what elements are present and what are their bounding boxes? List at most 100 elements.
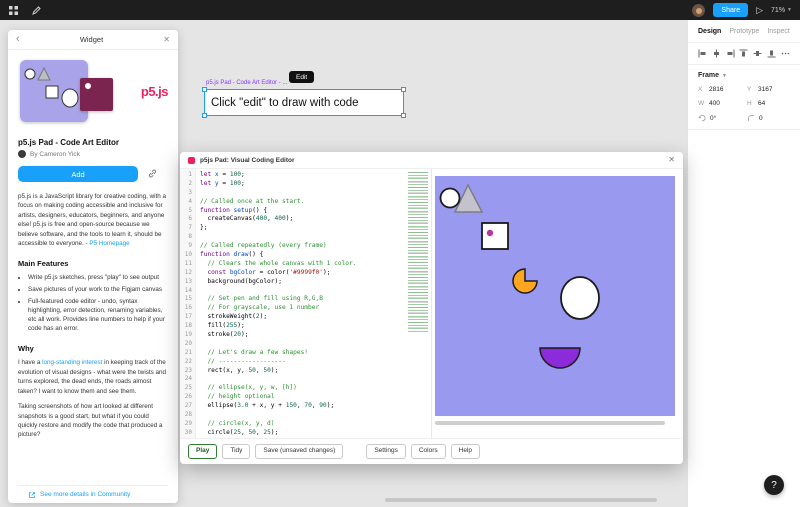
close-icon[interactable]: ✕ [163,36,170,44]
sketch-preview-pane [432,169,683,438]
selection-handle[interactable] [401,113,406,118]
code-line[interactable]: let y = 100; [200,180,431,189]
tab-design[interactable]: Design [698,28,721,35]
line-number: 8 [180,233,192,242]
code-line[interactable] [200,189,431,198]
close-icon[interactable]: ✕ [668,156,675,164]
selection-handle[interactable] [202,87,207,92]
community-link[interactable]: See more details in Community [18,485,168,503]
code-line[interactable]: const bgColor = color('#9999f0'); [200,269,431,278]
code-editor[interactable]: 1234567891011121314151617181920212223242… [180,169,432,438]
code-minimap[interactable] [408,172,428,332]
chevron-down-icon[interactable]: ▼ [722,73,727,79]
code-line[interactable]: strokeWeight(2); [200,313,431,322]
code-lines[interactable]: let x = 100;let y = 100; // Called once … [196,169,431,438]
zoom-control[interactable]: 71% ▼ [771,7,792,14]
settings-button[interactable]: Settings [366,444,406,459]
align-center-horizontal-icon[interactable] [712,49,721,58]
line-number: 12 [180,269,192,278]
align-center-vertical-icon[interactable] [753,49,762,58]
code-line[interactable]: // circle(x, y, d) [200,420,431,429]
code-line[interactable]: // Let's draw a few shapes! [200,349,431,358]
edit-tooltip-button[interactable]: Edit [289,71,314,83]
code-line[interactable]: // Called repeatedly (every frame) [200,242,431,251]
draw-tool-icon[interactable] [31,5,42,16]
widget-author[interactable]: By Cameron Yick [18,150,168,158]
code-line[interactable]: circle(25, 50, 25); [200,429,431,438]
more-options-icon[interactable] [781,49,790,58]
code-line[interactable]: }; [200,224,431,233]
code-line[interactable]: ellipse(3.0 + x, y + 150, 70, 90); [200,402,431,411]
h-label: H [747,100,754,107]
interest-link[interactable]: long-standing interest [42,359,102,366]
h-value[interactable]: 64 [758,100,765,107]
code-line[interactable]: createCanvas(400, 400); [200,215,431,224]
copy-link-icon[interactable] [148,165,157,183]
code-line[interactable]: background(bgColor); [200,278,431,287]
x-value[interactable]: 2816 [709,86,723,93]
help-button[interactable]: Help [451,444,480,459]
widget-selection-label[interactable]: p5.js Pad - Code Art Editor - ... [206,80,287,86]
height-field[interactable]: H 64 [747,100,790,107]
screenshot-thumbnail[interactable] [20,60,88,122]
code-line[interactable]: // Called once at the start. [200,198,431,207]
align-right-icon[interactable] [726,49,735,58]
add-widget-button[interactable]: Add [18,166,138,182]
code-line[interactable]: let x = 100; [200,171,431,180]
rotation-field[interactable]: 0° [698,114,741,122]
y-position-field[interactable]: Y 3167 [747,86,790,93]
align-top-icon[interactable] [739,49,748,58]
feature-item: Full-featured code editor - undo, syntax… [28,297,168,334]
canvas-horizontal-scrollbar[interactable] [385,498,657,502]
corner-radius-field[interactable]: 0 [747,114,790,122]
align-bottom-icon[interactable] [767,49,776,58]
why-text-pre: I have a [18,359,42,366]
frame-section-label[interactable]: Frame [698,72,719,79]
main-menu-icon[interactable] [8,5,19,16]
code-line[interactable] [200,411,431,420]
code-line[interactable]: stroke(20); [200,331,431,340]
code-line[interactable] [200,375,431,384]
tab-prototype[interactable]: Prototype [729,28,759,35]
tidy-button[interactable]: Tidy [222,444,250,459]
code-line[interactable]: // ellipse(x, y, w, [h]) [200,384,431,393]
code-line[interactable]: // height optional [200,393,431,402]
line-number: 14 [180,287,192,296]
tab-inspect[interactable]: Inspect [767,28,790,35]
selection-handle[interactable] [401,87,406,92]
selection-handle[interactable] [202,113,207,118]
code-line[interactable] [200,233,431,242]
y-value[interactable]: 3167 [758,86,772,93]
save-unsaved-changes-button[interactable]: Save (unsaved changes) [255,444,343,459]
code-line[interactable] [200,287,431,296]
screenshot-thumbnail-alt[interactable] [80,78,113,111]
code-line[interactable]: // ------------------ [200,358,431,367]
line-number: 23 [180,367,192,376]
preview-horizontal-scrollbar[interactable] [435,421,665,425]
p5-homepage-link[interactable]: P5 Homepage [89,240,129,247]
colors-button[interactable]: Colors [411,444,446,459]
rotation-value[interactable]: 0° [710,115,716,122]
code-line[interactable]: function setup() { [200,207,431,216]
play-button[interactable]: Play [188,444,217,459]
p5-widget-on-canvas[interactable]: Click "edit" to draw with code [204,89,404,116]
x-position-field[interactable]: X 2816 [698,86,741,93]
widget-screenshots[interactable]: p5.js [18,58,168,132]
code-line[interactable]: function draw() { [200,251,431,260]
width-field[interactable]: W 400 [698,100,741,107]
present-icon[interactable]: ▷ [756,6,763,15]
code-line[interactable]: fill(255); [200,322,431,331]
w-value[interactable]: 400 [709,100,720,107]
align-left-icon[interactable] [698,49,707,58]
code-line[interactable] [200,340,431,349]
code-line[interactable]: // Clears the whole canvas with 1 color. [200,260,431,269]
help-button[interactable]: ? [764,475,784,495]
code-line[interactable]: // For grayscale, use 1 number [200,304,431,313]
code-line[interactable]: rect(x, y, 50, 50); [200,367,431,376]
corner-radius-value[interactable]: 0 [759,115,763,122]
modal-titlebar[interactable]: p5js Pad: Visual Coding Editor ✕ [180,152,683,169]
p5-sketch-canvas[interactable] [435,176,675,416]
code-line[interactable]: // Set pen and fill using R,G,B [200,295,431,304]
user-avatar[interactable] [692,4,705,17]
share-button[interactable]: Share [713,3,748,17]
